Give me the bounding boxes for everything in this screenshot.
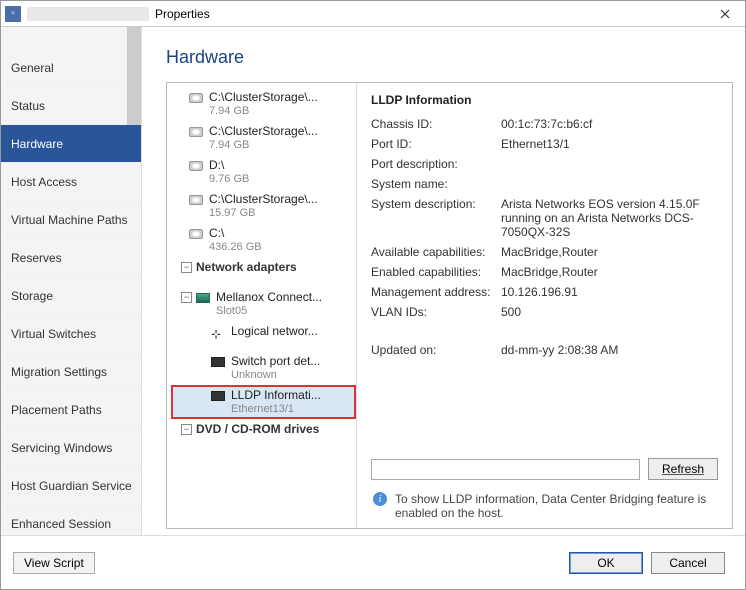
hardware-tree: C:\ClusterStorage\...7.94 GB C:\ClusterS… [167,83,357,528]
info-icon: i [373,492,387,506]
tree-switch-port[interactable]: Switch port det...Unknown [171,351,356,385]
tree-disk-item[interactable]: C:\ClusterStorage\...7.94 GB [171,121,356,155]
collapse-icon[interactable]: − [181,424,192,435]
disk-icon [189,229,203,239]
sidebar-item-status[interactable]: Status [1,87,141,125]
disk-icon [189,195,203,205]
sidebar: General Status Hardware Host Access Virt… [1,27,142,535]
kv-row: Available capabilities:MacBridge,Router [371,245,718,259]
window-title: Properties [155,7,210,21]
sidebar-item-vm-paths[interactable]: Virtual Machine Paths [1,201,141,239]
close-button[interactable] [705,1,745,27]
port-icon [211,391,225,401]
sidebar-label: Hardware [11,137,63,151]
tree-disk-item[interactable]: C:\ClusterStorage\...7.94 GB [171,87,356,121]
status-input[interactable] [371,459,640,480]
sidebar-label: Servicing Windows [11,441,112,455]
refresh-button[interactable]: Refresh [648,458,718,480]
sidebar-item-virtual-switches[interactable]: Virtual Switches [1,315,141,353]
sidebar-item-storage[interactable]: Storage [1,277,141,315]
tree-lldp-info[interactable]: LLDP Informati...Ethernet13/1 [171,385,356,419]
app-icon: ▫ [5,6,21,22]
sidebar-item-enhanced[interactable]: Enhanced Session [1,505,141,535]
sidebar-item-placement[interactable]: Placement Paths [1,391,141,429]
sidebar-label: Storage [11,289,53,303]
footer: View Script OK Cancel [1,535,745,589]
sidebar-label: Virtual Machine Paths [11,213,128,227]
sidebar-item-hardware[interactable]: Hardware [1,125,141,163]
tree-logical-network[interactable]: ⊹Logical networ... [171,321,356,351]
disk-icon [189,93,203,103]
sidebar-item-reserves[interactable]: Reserves [1,239,141,277]
sidebar-label: Placement Paths [11,403,102,417]
sidebar-item-host-access[interactable]: Host Access [1,163,141,201]
sidebar-label: Host Guardian Service [11,479,132,493]
sidebar-label: Host Access [11,175,77,189]
sidebar-item-guardian[interactable]: Host Guardian Service [1,467,141,505]
kv-row: Management address:10.126.196.91 [371,285,718,299]
nic-icon [196,293,210,303]
sidebar-item-servicing[interactable]: Servicing Windows [1,429,141,467]
port-icon [211,357,225,367]
tree-header-network[interactable]: −Network adapters [171,257,356,287]
disk-icon [189,161,203,171]
sidebar-label: Migration Settings [11,365,107,379]
sidebar-label: Enhanced Session [11,517,111,531]
disk-icon [189,127,203,137]
kv-updated: Updated on:dd-mm-yy 2:08:38 AM [371,343,718,357]
kv-row: VLAN IDs:500 [371,305,718,319]
sidebar-label: Reserves [11,251,62,265]
collapse-icon[interactable]: − [181,262,192,273]
titlebar: ▫ Properties [1,1,745,27]
view-script-button[interactable]: View Script [13,552,95,574]
sidebar-label: Status [11,99,45,113]
collapse-icon[interactable]: − [181,292,192,303]
kv-row: System description:Arista Networks EOS v… [371,197,718,239]
tree-disk-item[interactable]: D:\9.76 GB [171,155,356,189]
kv-row: Port description: [371,157,718,171]
kv-row: System name: [371,177,718,191]
ok-button[interactable]: OK [569,552,643,574]
tree-disk-item[interactable]: C:\ClusterStorage\...15.97 GB [171,189,356,223]
cancel-button[interactable]: Cancel [651,552,725,574]
sidebar-label: General [11,61,54,75]
page-heading: Hardware [166,47,733,68]
tree-adapter-item[interactable]: −Mellanox Connect...Slot05 [171,287,356,321]
detail-title: LLDP Information [371,93,718,107]
kv-row: Enabled capabilities:MacBridge,Router [371,265,718,279]
info-message: i To show LLDP information, Data Center … [371,486,718,520]
sidebar-item-general[interactable]: General [1,49,141,87]
kv-row: Port ID:Ethernet13/1 [371,137,718,151]
info-text: To show LLDP information, Data Center Br… [395,492,716,520]
sidebar-item-migration[interactable]: Migration Settings [1,353,141,391]
main-panel: Hardware C:\ClusterStorage\...7.94 GB C:… [142,27,745,535]
logical-network-icon: ⊹ [211,327,225,337]
tree-header-dvd[interactable]: −DVD / CD-ROM drives [171,419,356,449]
title-redaction [27,7,149,21]
kv-row: Chassis ID:00:1c:73:7c:b6:cf [371,117,718,131]
tree-disk-item[interactable]: C:\436.26 GB [171,223,356,257]
detail-pane: LLDP Information Chassis ID:00:1c:73:7c:… [357,83,732,528]
close-icon [720,9,730,19]
sidebar-label: Virtual Switches [11,327,96,341]
